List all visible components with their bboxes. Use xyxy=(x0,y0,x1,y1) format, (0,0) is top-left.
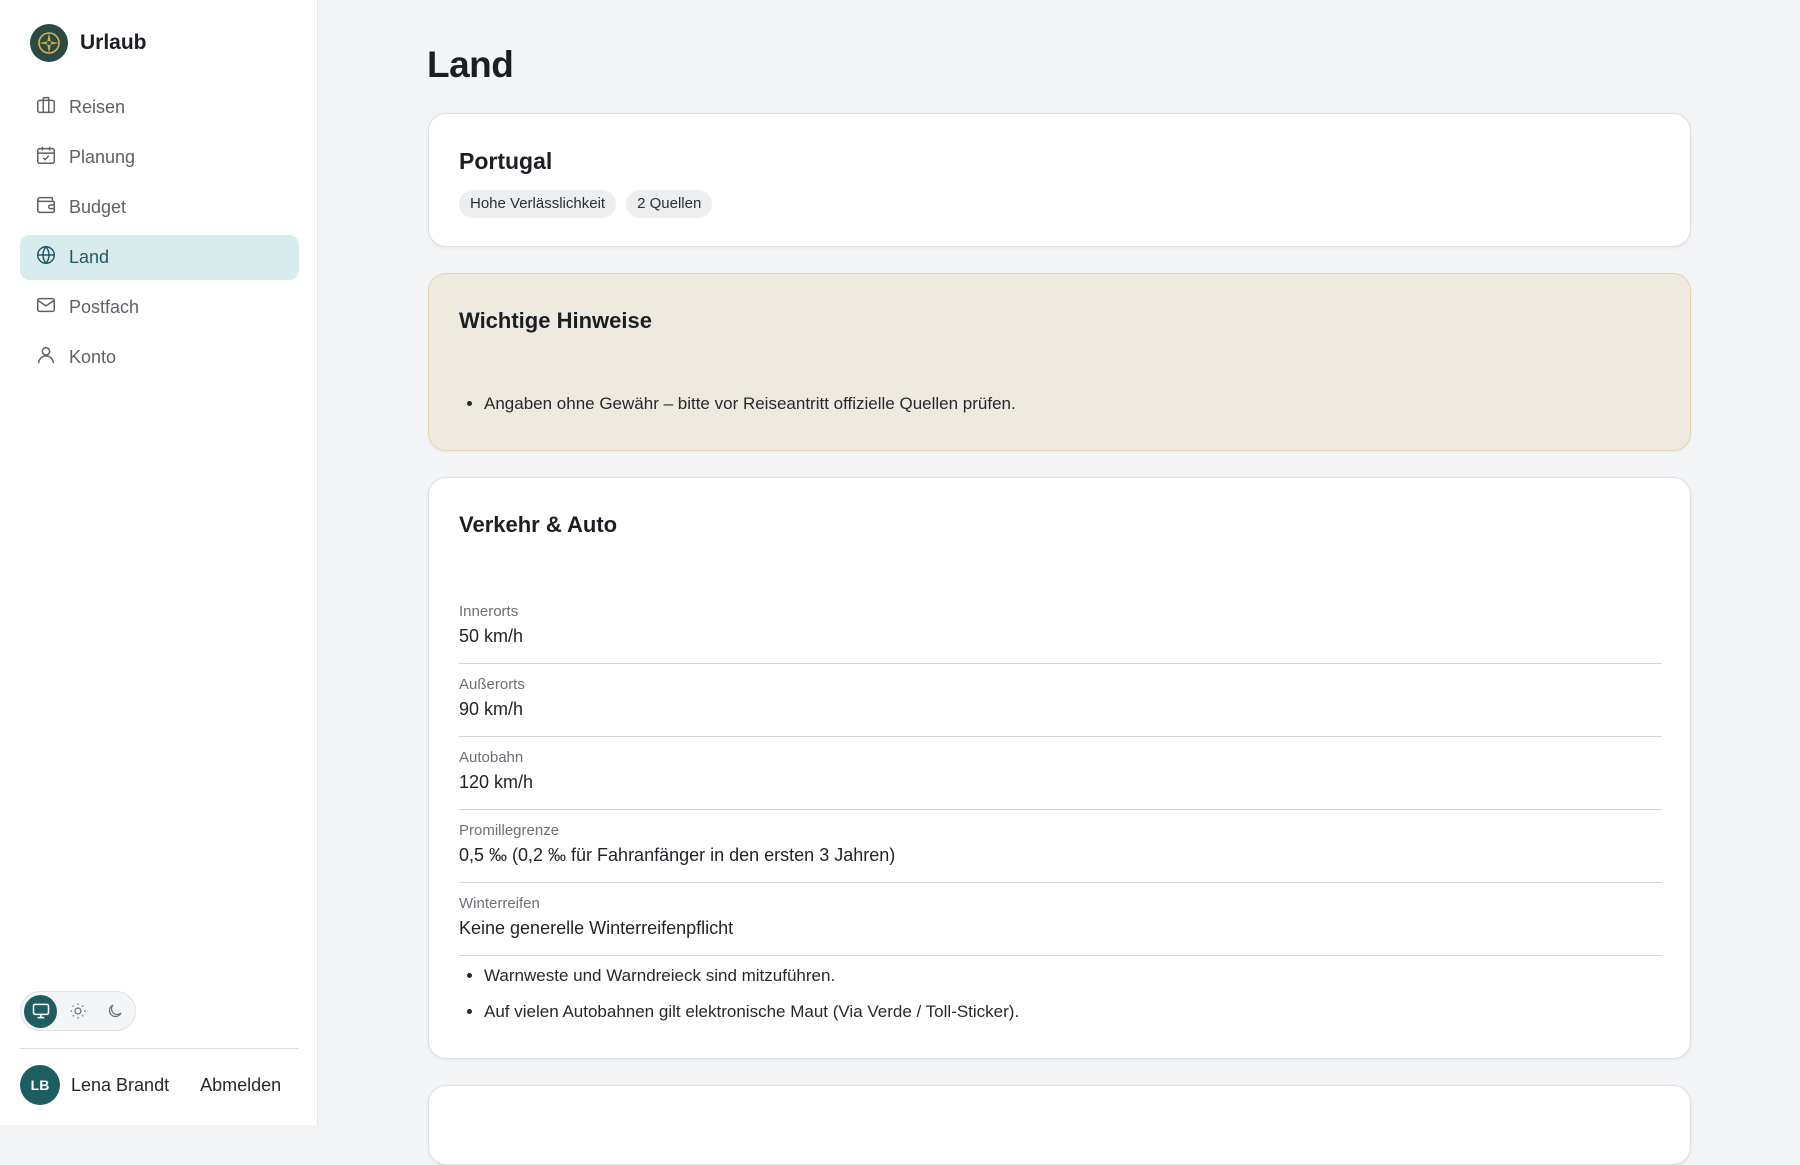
next-card xyxy=(428,1085,1691,1165)
row-value: 0,5 ‰ (0,2 ‰ für Fahranfänger in den ers… xyxy=(459,845,896,865)
list-item: Warnweste und Warndreieck sind mitzuführ… xyxy=(484,966,1019,986)
table-row: Autobahn 120 km/h xyxy=(459,737,1662,810)
notes-card: Wichtige Hinweise Angaben ohne Gewähr – … xyxy=(428,273,1691,451)
compass-logo-icon xyxy=(30,24,68,62)
sidebar-item-land[interactable]: Land xyxy=(20,235,299,280)
app-name: Urlaub xyxy=(80,31,147,54)
sidebar-item-planung[interactable]: Planung xyxy=(20,135,299,180)
traffic-card: Verkehr & Auto Innerorts 50 km/h Außeror… xyxy=(428,477,1691,1059)
mail-icon xyxy=(35,294,57,321)
logout-button[interactable]: Abmelden xyxy=(200,1075,281,1096)
sidebar-item-label: Land xyxy=(69,247,110,267)
traffic-title: Verkehr & Auto xyxy=(459,512,618,537)
wallet-icon xyxy=(35,194,57,221)
notes-title: Wichtige Hinweise xyxy=(459,308,652,333)
row-label: Promillegrenze xyxy=(459,822,560,839)
row-value: 120 km/h xyxy=(459,772,534,792)
sidebar-item-konto[interactable]: Konto xyxy=(20,335,299,380)
row-label: Innerorts xyxy=(459,603,519,620)
row-label: Außerorts xyxy=(459,676,525,693)
sidebar-item-label: Budget xyxy=(69,197,127,217)
sidebar-item-label: Reisen xyxy=(69,97,126,117)
country-card: Portugal Hohe Verlässlichkeit 2 Quellen xyxy=(428,113,1691,247)
sidebar-divider xyxy=(20,1048,299,1049)
theme-toggle xyxy=(20,991,136,1031)
traffic-rows: Innerorts 50 km/h Außerorts 90 km/h Auto… xyxy=(459,591,1662,956)
brand[interactable]: Urlaub xyxy=(30,24,147,62)
sources-badge: 2 Quellen xyxy=(626,190,713,218)
row-label: Winterreifen xyxy=(459,895,540,912)
list-item: Auf vielen Autobahnen gilt elektronische… xyxy=(484,1002,1019,1022)
row-label: Autobahn xyxy=(459,749,524,766)
table-row: Innerorts 50 km/h xyxy=(459,591,1662,664)
sidebar-item-postfach[interactable]: Postfach xyxy=(20,285,299,330)
user-name: Lena Brandt xyxy=(71,1074,170,1095)
sidebar-item-label: Postfach xyxy=(69,297,140,317)
sidebar-item-label: Planung xyxy=(69,147,136,167)
sidebar: Urlaub Reisen Planung Budget Land Postfa… xyxy=(0,0,318,1125)
globe-icon xyxy=(35,244,57,271)
moon-icon[interactable] xyxy=(98,995,131,1028)
calendar-check-icon xyxy=(35,144,57,171)
table-row: Winterreifen Keine generelle Winterreife… xyxy=(459,883,1662,956)
sun-icon[interactable] xyxy=(61,995,94,1028)
traffic-notes: Warnweste und Warndreieck sind mitzuführ… xyxy=(459,966,1019,1022)
page-title: Land xyxy=(427,44,514,85)
row-value: 90 km/h xyxy=(459,699,524,719)
reliability-badge: Hohe Verlässlichkeit xyxy=(459,190,617,218)
country-name: Portugal xyxy=(459,148,553,174)
table-row: Promillegrenze 0,5 ‰ (0,2 ‰ für Fahranfä… xyxy=(459,810,1662,883)
monitor-icon[interactable] xyxy=(24,994,57,1028)
notes-list: Angaben ohne Gewähr – bitte vor Reiseant… xyxy=(459,394,1016,414)
sidebar-item-label: Konto xyxy=(69,347,117,367)
row-value: 50 km/h xyxy=(459,626,524,646)
list-item: Angaben ohne Gewähr – bitte vor Reiseant… xyxy=(484,394,1016,414)
sidebar-item-reisen[interactable]: Reisen xyxy=(20,85,299,130)
sidebar-nav: Reisen Planung Budget Land Postfach Kont… xyxy=(20,85,299,385)
avatar[interactable]: LB xyxy=(20,1065,60,1105)
user-icon xyxy=(35,344,57,371)
user-row: LB Lena Brandt Abmelden xyxy=(20,1065,281,1105)
row-value: Keine generelle Winterreifenpflicht xyxy=(459,918,734,938)
country-badges: Hohe Verlässlichkeit 2 Quellen xyxy=(459,190,713,218)
sidebar-item-budget[interactable]: Budget xyxy=(20,185,299,230)
table-row: Außerorts 90 km/h xyxy=(459,664,1662,737)
briefcase-icon xyxy=(35,94,57,121)
